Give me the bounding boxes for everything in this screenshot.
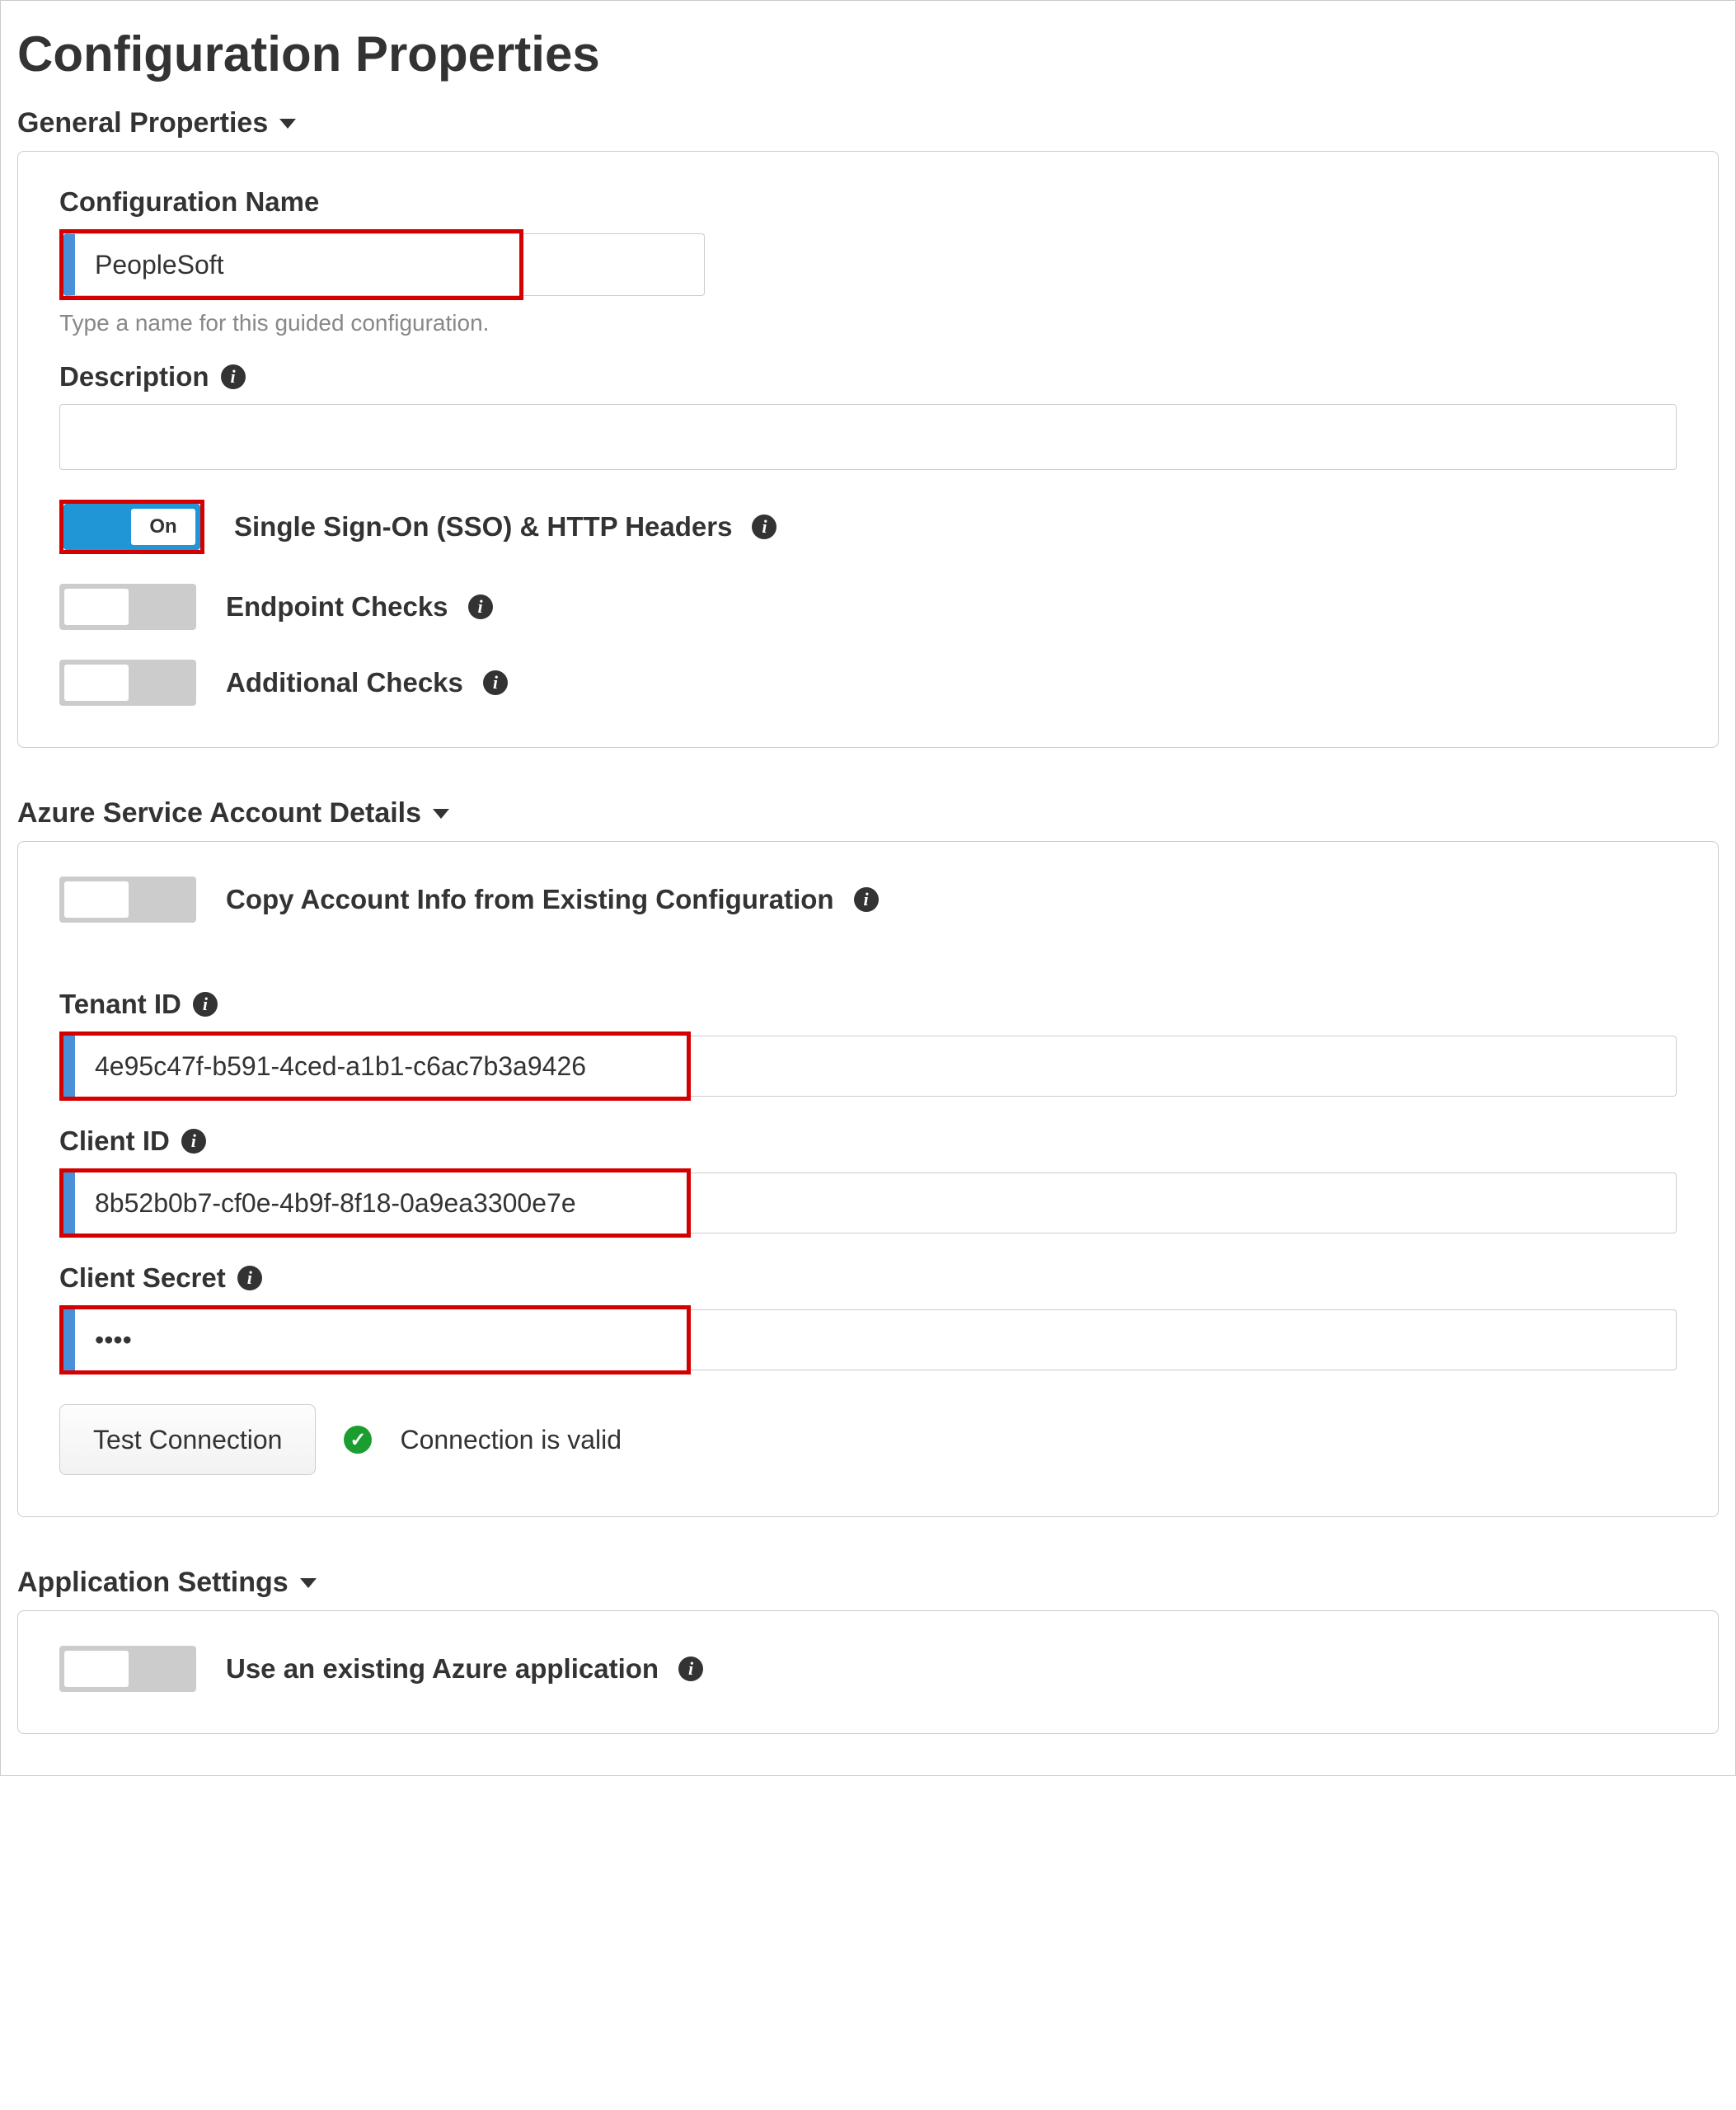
description-field: Description i [59, 361, 1677, 470]
page-title: Configuration Properties [17, 26, 1719, 82]
info-icon[interactable]: i [237, 1266, 262, 1290]
client-id-input[interactable] [63, 1172, 687, 1234]
info-icon[interactable]: i [854, 887, 879, 912]
config-properties-page: Configuration Properties General Propert… [0, 0, 1736, 1776]
config-name-label: Configuration Name [59, 186, 1677, 218]
toggle-knob [64, 589, 129, 625]
endpoint-checks-label: Endpoint Checks [226, 591, 448, 623]
description-input[interactable] [59, 404, 1677, 470]
client-secret-input[interactable] [63, 1309, 687, 1370]
toggle-knob [64, 1651, 129, 1687]
config-name-highlight [59, 229, 523, 300]
additional-checks-label: Additional Checks [226, 667, 463, 698]
sso-toggle-highlight: On [59, 500, 204, 554]
copy-account-label: Copy Account Info from Existing Configur… [226, 884, 834, 915]
use-existing-app-label: Use an existing Azure application [226, 1653, 659, 1685]
tenant-id-label: Tenant ID [59, 989, 181, 1020]
info-icon[interactable]: i [752, 515, 777, 539]
info-icon[interactable]: i [181, 1129, 206, 1154]
test-connection-button[interactable]: Test Connection [59, 1404, 316, 1475]
copy-account-toggle-row: Copy Account Info from Existing Configur… [59, 876, 1677, 923]
info-icon[interactable]: i [483, 670, 508, 695]
sso-toggle[interactable]: On [63, 504, 200, 550]
info-icon[interactable]: i [468, 594, 493, 619]
section-header-azure[interactable]: Azure Service Account Details [17, 797, 1719, 829]
section-header-general-label: General Properties [17, 107, 268, 139]
toggle-knob [64, 881, 129, 918]
client-secret-field: Client Secret i [59, 1262, 1677, 1375]
endpoint-checks-toggle[interactable] [59, 584, 196, 630]
config-name-input[interactable] [63, 233, 519, 296]
caret-down-icon [433, 809, 449, 819]
copy-account-toggle[interactable] [59, 876, 196, 923]
client-secret-highlight [59, 1305, 691, 1375]
azure-account-panel: Copy Account Info from Existing Configur… [17, 841, 1719, 1517]
general-properties-panel: Configuration Name Type a name for this … [17, 151, 1719, 748]
sso-toggle-row: On Single Sign-On (SSO) & HTTP Headers i [59, 500, 1677, 554]
sso-toggle-label: Single Sign-On (SSO) & HTTP Headers [234, 511, 732, 543]
use-existing-app-toggle[interactable] [59, 1646, 196, 1692]
config-name-input-extension[interactable] [523, 233, 705, 296]
additional-toggle-row: Additional Checks i [59, 660, 1677, 706]
tenant-id-field: Tenant ID i [59, 989, 1677, 1101]
section-header-appsettings-label: Application Settings [17, 1567, 289, 1599]
test-connection-row: Test Connection Connection is valid [59, 1404, 1677, 1475]
client-id-highlight [59, 1168, 691, 1238]
config-name-field: Configuration Name Type a name for this … [59, 186, 1677, 336]
connection-status-text: Connection is valid [400, 1425, 622, 1455]
config-name-help: Type a name for this guided configuratio… [59, 310, 1677, 336]
caret-down-icon [300, 1578, 317, 1588]
toggle-knob [64, 665, 129, 701]
section-header-appsettings[interactable]: Application Settings [17, 1567, 1719, 1599]
section-header-general[interactable]: General Properties [17, 107, 1719, 139]
tenant-id-input-extension[interactable] [691, 1036, 1677, 1097]
app-settings-panel: Use an existing Azure application i [17, 1610, 1719, 1734]
info-icon[interactable]: i [221, 364, 246, 389]
section-header-azure-label: Azure Service Account Details [17, 797, 421, 829]
client-id-label: Client ID [59, 1125, 170, 1157]
toggle-knob: On [131, 509, 195, 545]
client-id-input-extension[interactable] [691, 1172, 1677, 1234]
info-icon[interactable]: i [193, 992, 218, 1017]
use-existing-toggle-row: Use an existing Azure application i [59, 1646, 1677, 1692]
tenant-id-input[interactable] [63, 1036, 687, 1097]
check-circle-icon [344, 1426, 372, 1454]
description-label: Description [59, 361, 209, 392]
caret-down-icon [279, 119, 296, 129]
additional-checks-toggle[interactable] [59, 660, 196, 706]
client-secret-input-extension[interactable] [691, 1309, 1677, 1370]
info-icon[interactable]: i [678, 1657, 703, 1681]
tenant-id-highlight [59, 1032, 691, 1101]
client-secret-label: Client Secret [59, 1262, 226, 1294]
client-id-field: Client ID i [59, 1125, 1677, 1238]
endpoint-toggle-row: Endpoint Checks i [59, 584, 1677, 630]
